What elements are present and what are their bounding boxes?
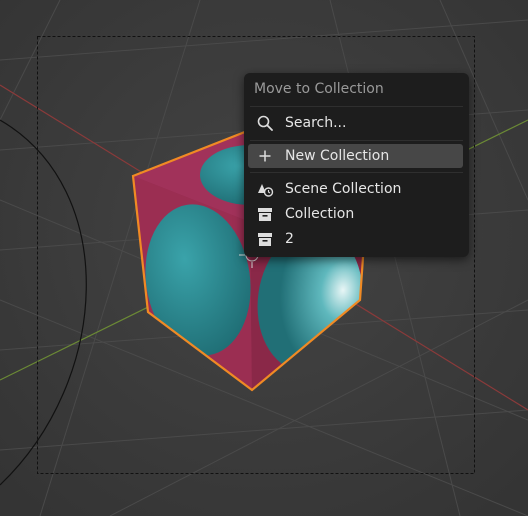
- new-collection-menu-item[interactable]: New Collection: [248, 144, 463, 168]
- collection-icon: [252, 231, 278, 247]
- menu-separator: [250, 106, 463, 107]
- menu-item-label: 2: [285, 231, 294, 247]
- menu-item-label: Scene Collection: [285, 181, 402, 197]
- move-to-collection-menu: Move to Collection Search... New Collect…: [244, 73, 469, 257]
- collection-menu-item[interactable]: Collection: [248, 202, 463, 226]
- menu-item-label: Search...: [285, 115, 347, 131]
- collection-icon: [252, 206, 278, 222]
- search-icon: [252, 115, 278, 131]
- menu-separator: [250, 140, 463, 141]
- scene-collection-icon: [252, 180, 278, 198]
- plus-icon: [252, 149, 278, 163]
- search-menu-item[interactable]: Search...: [248, 111, 463, 135]
- menu-item-label: New Collection: [285, 148, 390, 164]
- menu-title: Move to Collection: [254, 81, 384, 97]
- collection-2-menu-item[interactable]: 2: [248, 227, 463, 251]
- menu-item-label: Collection: [285, 206, 355, 222]
- menu-separator: [250, 172, 463, 173]
- scene-collection-menu-item[interactable]: Scene Collection: [248, 177, 463, 201]
